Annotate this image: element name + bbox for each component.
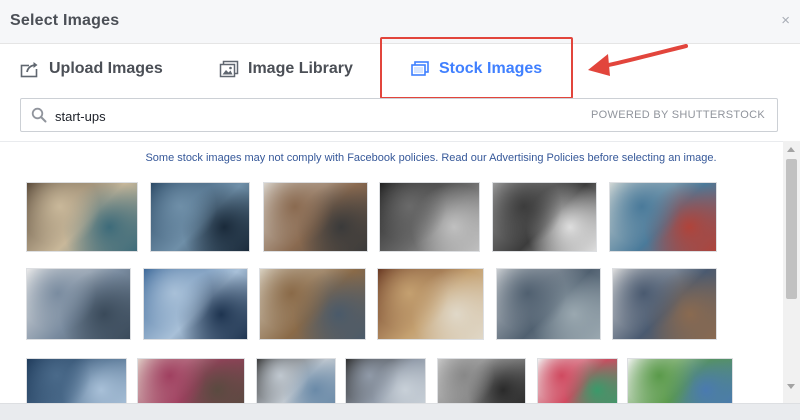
stock-search-bar: POWERED BY SHUTTERSTOCK <box>20 98 778 132</box>
results-scrollbar[interactable] <box>783 141 800 403</box>
search-input[interactable] <box>55 105 575 127</box>
stock-image-thumbnail[interactable] <box>379 182 480 252</box>
tab-image-library[interactable]: Image Library <box>219 54 353 84</box>
stock-image-thumbnail[interactable] <box>612 268 717 340</box>
dialog-header: Select Images × <box>0 0 800 44</box>
stock-image-thumbnail[interactable] <box>437 358 526 403</box>
stock-image-thumbnail[interactable] <box>627 358 733 403</box>
stock-image-thumbnail[interactable] <box>609 182 717 252</box>
tab-image-library-label: Image Library <box>248 60 353 77</box>
stock-image-thumbnail[interactable] <box>492 182 597 252</box>
image-library-icon <box>219 60 239 78</box>
dialog-footer <box>0 403 800 420</box>
stock-image-thumbnail[interactable] <box>377 268 484 340</box>
stock-results-area: Some stock images may not comply with Fa… <box>0 141 800 403</box>
tab-upload-images-label: Upload Images <box>49 60 163 77</box>
stock-image-thumbnail[interactable] <box>345 358 426 403</box>
powered-by-shutterstock: POWERED BY SHUTTERSTOCK <box>591 109 765 121</box>
stock-image-thumbnail[interactable] <box>143 268 248 340</box>
tab-bar: Upload Images Image Library Stock Images <box>0 44 800 92</box>
scroll-up-icon[interactable] <box>787 147 795 152</box>
stock-image-thumbnail[interactable] <box>259 268 366 340</box>
stock-image-thumbnail[interactable] <box>263 182 368 252</box>
close-icon[interactable]: × <box>781 12 790 30</box>
dialog-title: Select Images <box>10 12 120 29</box>
search-icon <box>31 107 47 123</box>
stock-image-thumbnail[interactable] <box>26 182 138 252</box>
stock-images-icon <box>410 60 430 78</box>
tab-upload-images[interactable]: Upload Images <box>20 54 163 84</box>
tab-stock-images[interactable]: Stock Images <box>410 54 542 84</box>
stock-image-thumbnail[interactable] <box>537 358 618 403</box>
scroll-down-icon[interactable] <box>787 384 795 389</box>
stock-image-thumbnail[interactable] <box>26 268 131 340</box>
stock-image-thumbnail[interactable] <box>496 268 601 340</box>
stock-image-thumbnail[interactable] <box>137 358 245 403</box>
stock-image-thumbnail[interactable] <box>26 358 127 403</box>
stock-image-thumbnail[interactable] <box>256 358 336 403</box>
select-images-dialog: Select Images × Upload Images Image Libr… <box>0 0 800 420</box>
stock-image-thumbnail[interactable] <box>150 182 250 252</box>
scrollbar-thumb[interactable] <box>786 159 797 299</box>
tab-stock-images-label: Stock Images <box>439 60 543 77</box>
upload-icon <box>20 60 40 78</box>
policy-notice[interactable]: Some stock images may not comply with Fa… <box>0 152 800 164</box>
